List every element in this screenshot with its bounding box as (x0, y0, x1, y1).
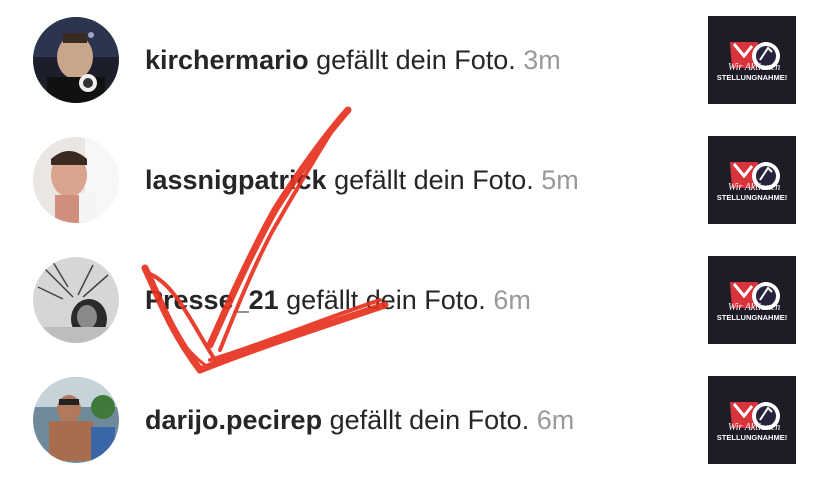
action-text: gefällt dein Foto. (316, 45, 516, 75)
logo-text: Wir Aktionen (728, 422, 780, 433)
thumbnail-caption: STELLUNGNAHME! (717, 73, 787, 82)
avatar[interactable] (33, 137, 119, 223)
notification-row[interactable]: kirchermario gefällt dein Foto. 3m Wir A… (0, 0, 828, 120)
username[interactable]: Presse_21 (145, 285, 279, 315)
avatar-image (33, 377, 119, 463)
notification-text: Presse_21 gefällt dein Foto. 6m (145, 284, 531, 316)
logo-text: Wir Aktionen (728, 302, 780, 313)
post-image: Wir Aktionen STELLUNGNAHME! (708, 376, 796, 464)
avatar[interactable] (33, 377, 119, 463)
avatar[interactable] (33, 17, 119, 103)
post-thumbnail[interactable]: Wir Aktionen STELLUNGNAHME! (708, 136, 796, 224)
notification-row[interactable]: darijo.pecirep gefällt dein Foto. 6m Wir… (0, 360, 828, 480)
username[interactable]: kirchermario (145, 45, 309, 75)
timestamp: 5m (541, 165, 579, 195)
action-text: gefällt dein Foto. (329, 405, 530, 435)
action-text: gefällt dein Foto. (286, 285, 486, 315)
notification-text: darijo.pecirep gefällt dein Foto. 6m (145, 404, 574, 436)
avatar-image (33, 137, 119, 223)
avatar-image (33, 17, 119, 103)
timestamp: 6m (493, 285, 531, 315)
notification-text: lassnigpatrick gefällt dein Foto. 5m (145, 164, 579, 196)
logo-text: Wir Aktionen (728, 182, 780, 193)
avatar-image (33, 257, 119, 343)
username[interactable]: darijo.pecirep (145, 405, 322, 435)
notification-text: kirchermario gefällt dein Foto. 3m (145, 44, 561, 76)
thumbnail-caption: STELLUNGNAHME! (717, 433, 787, 442)
thumbnail-caption: STELLUNGNAHME! (717, 313, 787, 322)
post-image: Wir Aktionen STELLUNGNAHME! (708, 16, 796, 104)
avatar[interactable] (33, 257, 119, 343)
thumbnail-caption: STELLUNGNAHME! (717, 193, 787, 202)
post-image: Wir Aktionen STELLUNGNAHME! (708, 136, 796, 224)
action-text: gefällt dein Foto. (334, 165, 534, 195)
timestamp: 3m (523, 45, 561, 75)
timestamp: 6m (536, 405, 575, 435)
post-thumbnail[interactable]: Wir Aktionen STELLUNGNAHME! (708, 256, 796, 344)
username[interactable]: lassnigpatrick (145, 165, 327, 195)
post-thumbnail[interactable]: Wir Aktionen STELLUNGNAHME! (708, 376, 796, 464)
notification-row[interactable]: Presse_21 gefällt dein Foto. 6m Wir Akti… (0, 240, 828, 360)
post-thumbnail[interactable]: Wir Aktionen STELLUNGNAHME! (708, 16, 796, 104)
post-image: Wir Aktionen STELLUNGNAHME! (708, 256, 796, 344)
notification-row[interactable]: lassnigpatrick gefällt dein Foto. 5m Wir… (0, 120, 828, 240)
logo-text: Wir Aktionen (728, 62, 780, 73)
